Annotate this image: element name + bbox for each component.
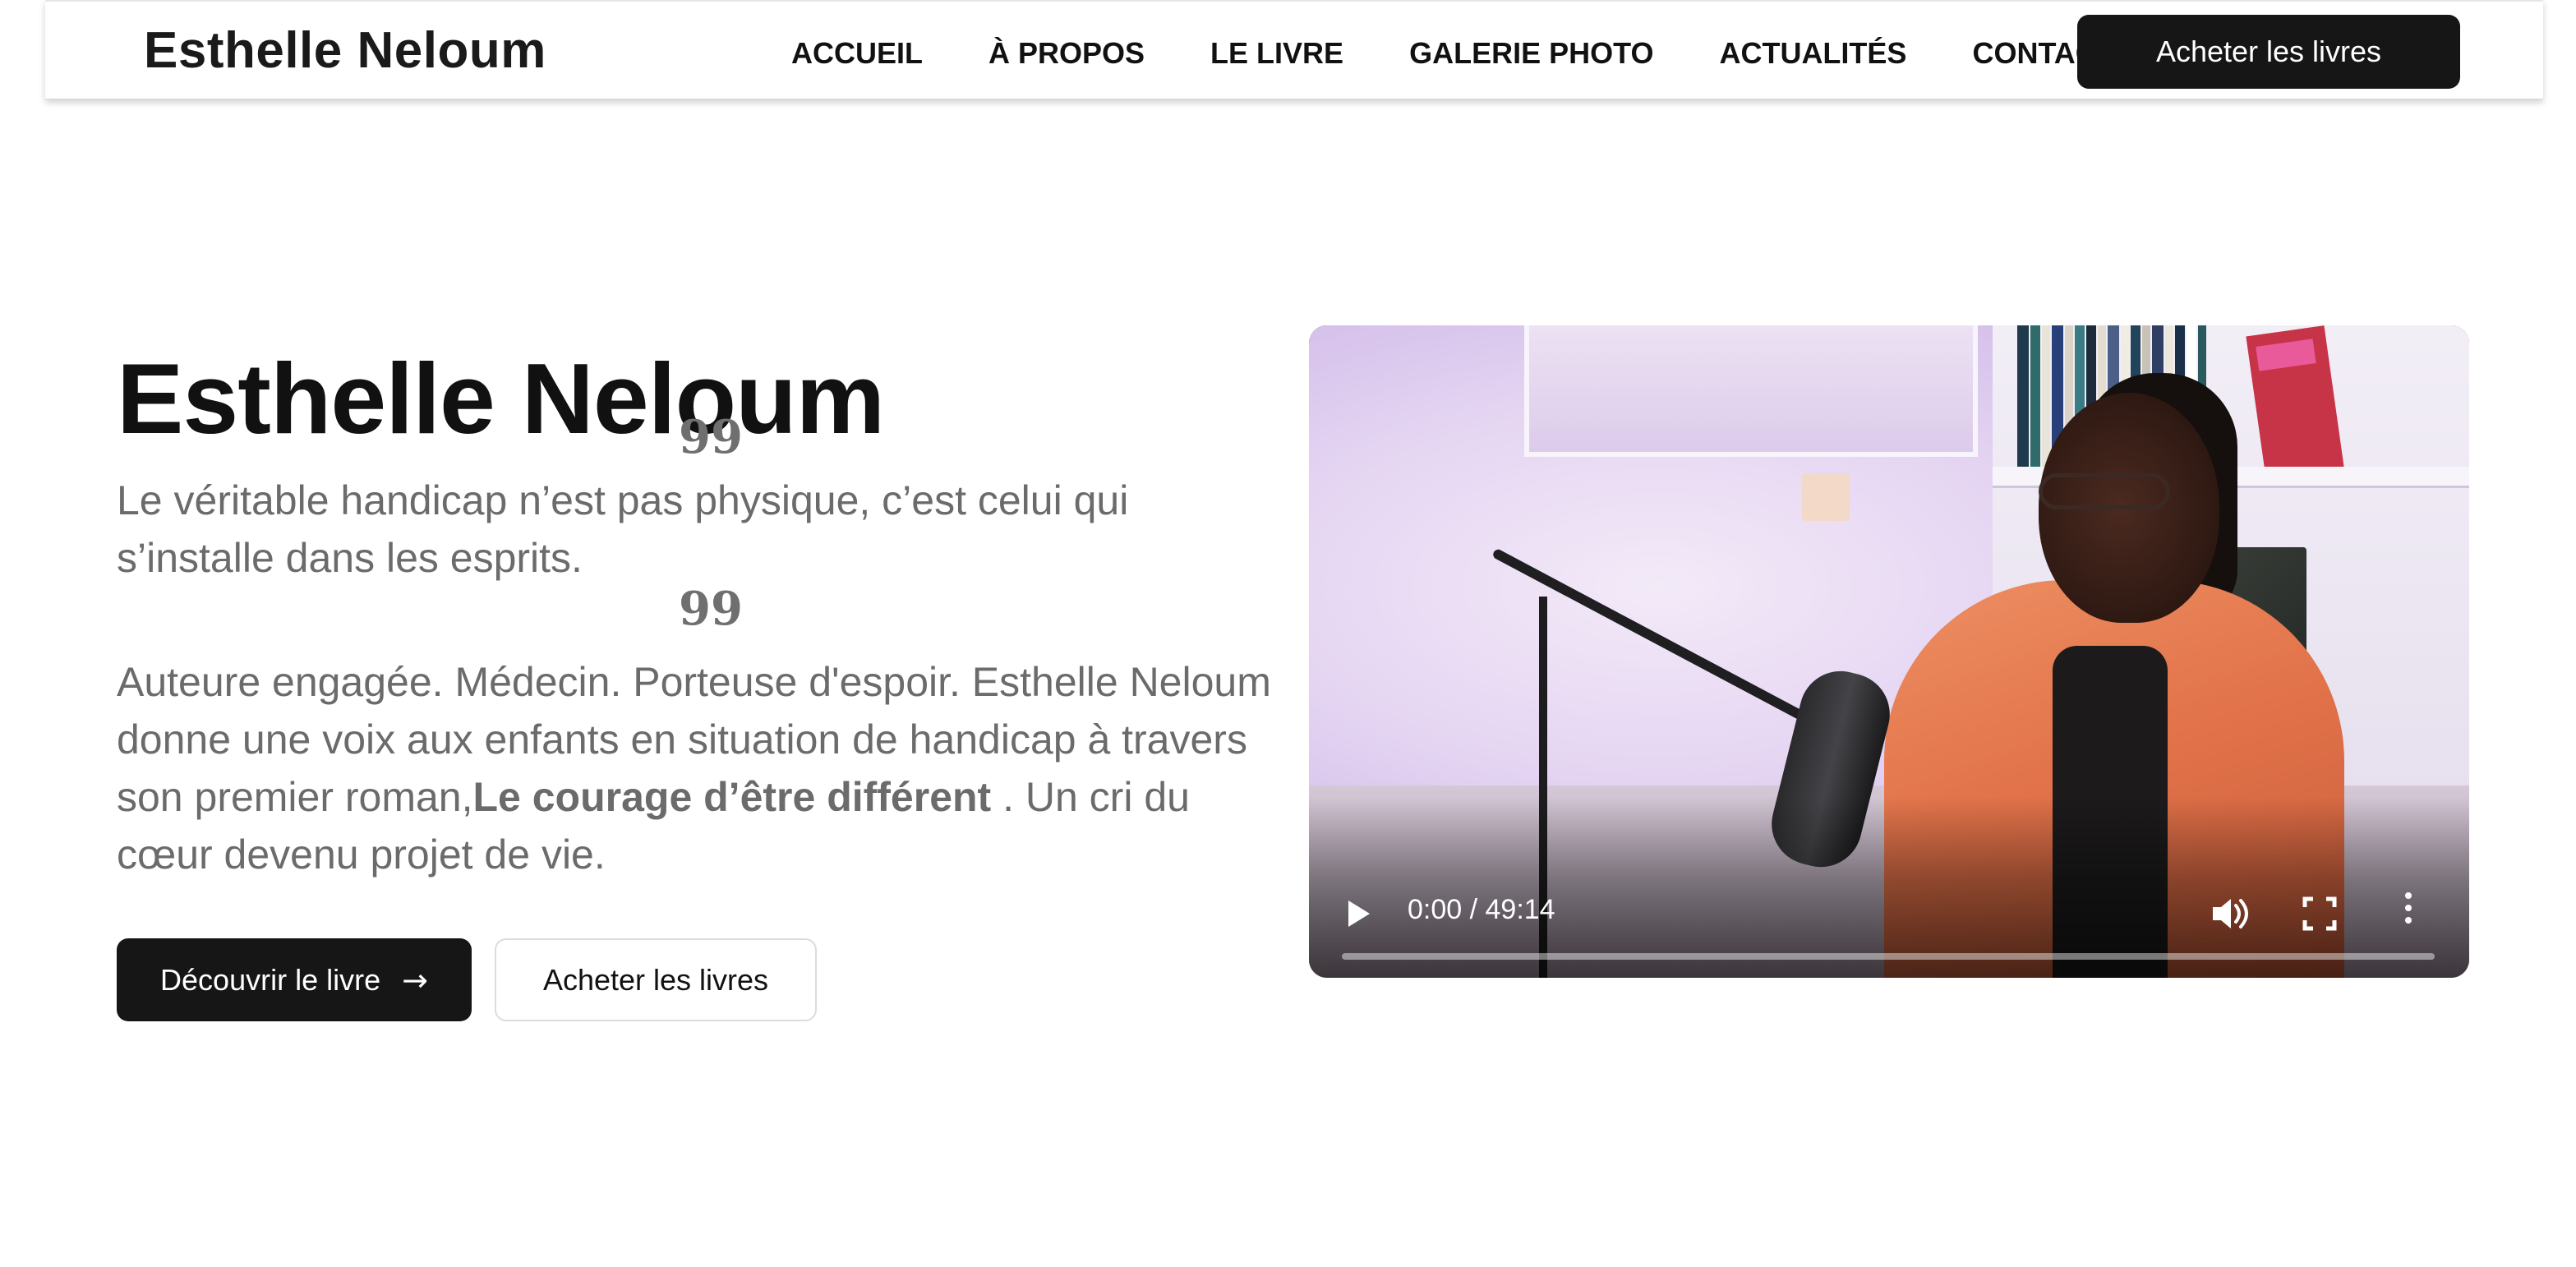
quote-open-icon: 99 bbox=[679, 410, 743, 464]
discover-book-button[interactable]: Découvrir le livre → bbox=[117, 938, 472, 1021]
nav-item-le-livre[interactable]: LE LIVRE bbox=[1210, 36, 1343, 71]
discover-book-label: Découvrir le livre bbox=[160, 962, 381, 997]
quote-close-icon: 99 bbox=[679, 582, 743, 636]
play-icon[interactable] bbox=[1348, 901, 1370, 927]
hero-quote: Le véritable handicap n’est pas physique… bbox=[117, 477, 1129, 581]
fullscreen-icon[interactable] bbox=[2302, 896, 2338, 932]
glasses bbox=[2039, 473, 2170, 509]
nav-item-accueil[interactable]: ACCUEIL bbox=[791, 36, 923, 71]
site-logo-text[interactable]: Esthelle Neloum bbox=[144, 21, 546, 80]
video-time: 0:00 / 49:14 bbox=[1408, 894, 1555, 925]
buy-books-button[interactable]: Acheter les livres bbox=[495, 938, 817, 1021]
hero-intro: Auteure engagée. Médecin. Porteuse d'esp… bbox=[117, 653, 1283, 883]
nav-item-actualites[interactable]: ACTUALITÉS bbox=[1719, 36, 1906, 71]
wall-poster bbox=[1524, 325, 1978, 457]
hero-book-title: Le courage d’être différent bbox=[472, 774, 992, 820]
more-vert-icon[interactable] bbox=[2402, 892, 2415, 933]
video-controls: 0:00 / 49:14 bbox=[1309, 797, 2469, 978]
nav-item-galerie-photo[interactable]: GALERIE PHOTO bbox=[1409, 36, 1653, 71]
video-progress-bar[interactable] bbox=[1342, 953, 2435, 960]
arrow-right-icon: → bbox=[402, 961, 428, 998]
video-player[interactable]: 0:00 / 49:14 bbox=[1309, 325, 2469, 978]
header-buy-books-button[interactable]: Acheter les livres bbox=[2077, 15, 2460, 89]
volume-icon[interactable] bbox=[2210, 894, 2256, 933]
main-nav: ACCUEIL À PROPOS LE LIVRE GALERIE PHOTO … bbox=[791, 33, 2115, 74]
site-header: Esthelle Neloum ACCUEIL À PROPOS LE LIVR… bbox=[45, 0, 2543, 99]
nav-item-a-propos[interactable]: À PROPOS bbox=[988, 36, 1145, 71]
hero-title: Esthelle Neloum bbox=[117, 342, 885, 454]
wall-socket bbox=[1802, 473, 1850, 521]
